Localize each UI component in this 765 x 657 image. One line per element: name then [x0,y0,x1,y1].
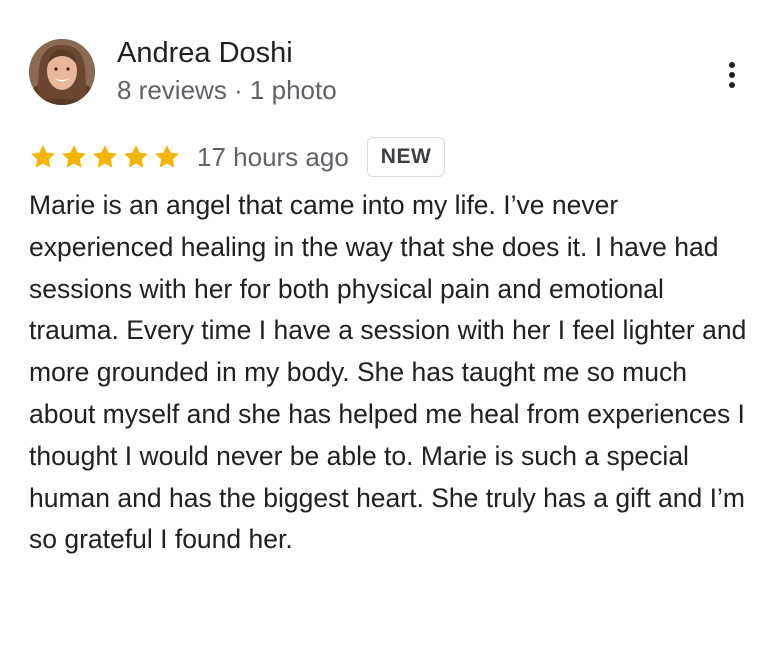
author-name[interactable]: Andrea Doshi [117,34,293,72]
rating-row: 17 hours ago NEW [29,135,446,179]
star-icon [93,145,117,168]
avatar[interactable] [29,39,95,105]
star-icon [62,145,86,168]
star-rating [29,143,181,171]
more-vert-icon [729,62,735,88]
review-card: Andrea Doshi 8 reviews · 1 photo 17 hour… [0,0,765,657]
profile-photo-icon [29,39,95,105]
more-options-button[interactable] [716,56,748,94]
star-icon [155,145,179,168]
author-review-count: 8 reviews · 1 photo [117,75,337,105]
star-icon [31,145,55,168]
review-text: Marie is an angel that came into my life… [29,190,747,555]
new-badge: NEW [366,137,446,177]
star-icon [124,145,148,168]
review-time: 17 hours ago [197,142,349,172]
